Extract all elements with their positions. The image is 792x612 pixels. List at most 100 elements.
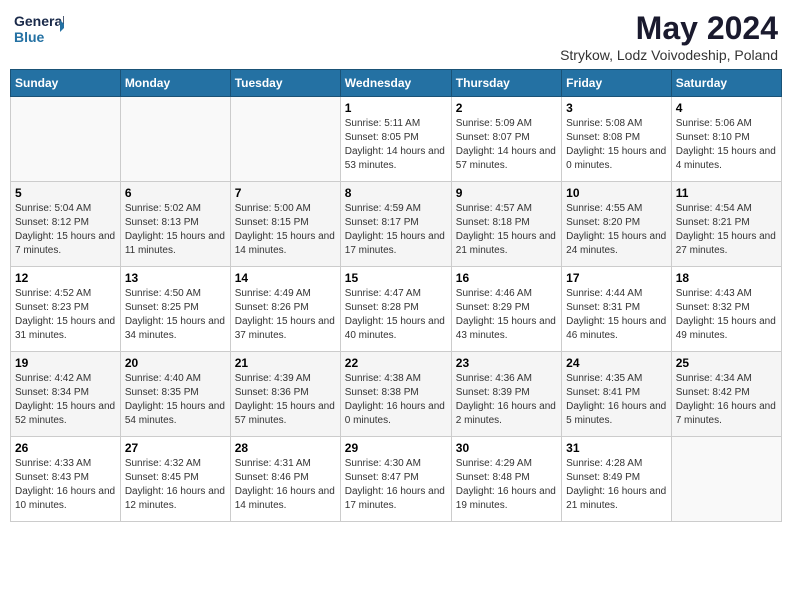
day-cell: 3 Sunrise: 5:08 AM Sunset: 8:08 PM Daylig…: [562, 97, 672, 182]
day-info: Sunrise: 5:00 AM Sunset: 8:15 PM Dayligh…: [235, 202, 336, 258]
day-info: Sunrise: 4:33 AM Sunset: 8:43 PM Dayligh…: [15, 457, 116, 513]
day-cell: 20Sunrise: 4:40 AM Sunset: 8:35 PM Dayli…: [120, 352, 230, 437]
day-number: 16: [456, 271, 557, 285]
day-cell: 5 Sunrise: 5:04 AM Sunset: 8:12 PM Daylig…: [11, 182, 121, 267]
day-info: Sunrise: 5:11 AM Sunset: 8:05 PM Dayligh…: [345, 117, 447, 173]
day-cell: 28 Sunrise: 4:31 AM Sunset: 8:46 PM Dayli…: [230, 437, 340, 522]
page-header: General Blue May 2024 Strykow, Lodz Voiv…: [10, 10, 782, 63]
day-cell: 4Sunrise: 5:06 AM Sunset: 8:10 PM Daylig…: [671, 97, 781, 182]
day-info: Sunrise: 5:02 AM Sunset: 8:13 PM Dayligh…: [125, 202, 226, 258]
day-number: 21: [235, 356, 336, 370]
day-cell: 16 Sunrise: 4:46 AM Sunset: 8:29 PM Dayli…: [451, 267, 561, 352]
day-number: 23: [456, 356, 557, 370]
day-info: Sunrise: 4:29 AM Sunset: 8:48 PM Dayligh…: [456, 457, 557, 513]
day-cell: 9Sunrise: 4:57 AM Sunset: 8:18 PM Daylig…: [451, 182, 561, 267]
day-number: 15: [345, 271, 447, 285]
day-cell: [11, 97, 121, 182]
day-number: 13: [125, 271, 226, 285]
day-info: Sunrise: 4:55 AM Sunset: 8:20 PM Dayligh…: [566, 202, 667, 258]
col-header-thursday: Thursday: [451, 70, 561, 97]
day-info: Sunrise: 4:38 AM Sunset: 8:38 PM Dayligh…: [345, 372, 447, 428]
day-cell: 13 Sunrise: 4:50 AM Sunset: 8:25 PM Dayli…: [120, 267, 230, 352]
day-number: 31: [566, 441, 667, 455]
day-number: 12: [15, 271, 116, 285]
day-info: Sunrise: 4:36 AM Sunset: 8:39 PM Dayligh…: [456, 372, 557, 428]
week-row-3: 12 Sunrise: 4:52 AM Sunset: 8:23 PM Dayli…: [11, 267, 782, 352]
day-info: Sunrise: 4:31 AM Sunset: 8:46 PM Dayligh…: [235, 457, 336, 513]
col-header-friday: Friday: [562, 70, 672, 97]
col-header-wednesday: Wednesday: [340, 70, 451, 97]
day-number: 11: [676, 186, 777, 200]
day-number: 7: [235, 186, 336, 200]
day-info: Sunrise: 4:46 AM Sunset: 8:29 PM Dayligh…: [456, 287, 557, 343]
day-info: Sunrise: 5:06 AM Sunset: 8:10 PM Dayligh…: [676, 117, 777, 173]
day-info: Sunrise: 4:30 AM Sunset: 8:47 PM Dayligh…: [345, 457, 447, 513]
day-cell: 23 Sunrise: 4:36 AM Sunset: 8:39 PM Dayli…: [451, 352, 561, 437]
day-cell: 10Sunrise: 4:55 AM Sunset: 8:20 PM Dayli…: [562, 182, 672, 267]
day-number: 27: [125, 441, 226, 455]
day-number: 14: [235, 271, 336, 285]
day-number: 5: [15, 186, 116, 200]
week-row-5: 26 Sunrise: 4:33 AM Sunset: 8:43 PM Dayli…: [11, 437, 782, 522]
day-info: Sunrise: 4:28 AM Sunset: 8:49 PM Dayligh…: [566, 457, 667, 513]
day-info: Sunrise: 4:34 AM Sunset: 8:42 PM Dayligh…: [676, 372, 777, 428]
col-header-sunday: Sunday: [11, 70, 121, 97]
day-number: 24: [566, 356, 667, 370]
day-info: Sunrise: 4:42 AM Sunset: 8:34 PM Dayligh…: [15, 372, 116, 428]
day-number: 30: [456, 441, 557, 455]
day-cell: 22 Sunrise: 4:38 AM Sunset: 8:38 PM Dayli…: [340, 352, 451, 437]
day-info: Sunrise: 4:32 AM Sunset: 8:45 PM Dayligh…: [125, 457, 226, 513]
day-info: Sunrise: 4:49 AM Sunset: 8:26 PM Dayligh…: [235, 287, 336, 343]
day-info: Sunrise: 4:57 AM Sunset: 8:18 PM Dayligh…: [456, 202, 557, 258]
day-number: 19: [15, 356, 116, 370]
day-info: Sunrise: 4:50 AM Sunset: 8:25 PM Dayligh…: [125, 287, 226, 343]
day-info: Sunrise: 4:43 AM Sunset: 8:32 PM Dayligh…: [676, 287, 777, 343]
day-info: Sunrise: 5:04 AM Sunset: 8:12 PM Dayligh…: [15, 202, 116, 258]
day-cell: 24 Sunrise: 4:35 AM Sunset: 8:41 PM Dayli…: [562, 352, 672, 437]
location-subtitle: Strykow, Lodz Voivodeship, Poland: [560, 47, 778, 63]
week-row-4: 19 Sunrise: 4:42 AM Sunset: 8:34 PM Dayli…: [11, 352, 782, 437]
day-info: Sunrise: 4:35 AM Sunset: 8:41 PM Dayligh…: [566, 372, 667, 428]
logo-svg: General Blue: [14, 10, 64, 50]
day-info: Sunrise: 4:59 AM Sunset: 8:17 PM Dayligh…: [345, 202, 447, 258]
col-header-saturday: Saturday: [671, 70, 781, 97]
day-cell: 12 Sunrise: 4:52 AM Sunset: 8:23 PM Dayli…: [11, 267, 121, 352]
day-cell: [120, 97, 230, 182]
day-number: 1: [345, 101, 447, 115]
day-cell: 7 Sunrise: 5:00 AM Sunset: 8:15 PM Daylig…: [230, 182, 340, 267]
day-number: 18: [676, 271, 777, 285]
day-number: 22: [345, 356, 447, 370]
day-cell: 30 Sunrise: 4:29 AM Sunset: 8:48 PM Dayli…: [451, 437, 561, 522]
day-number: 28: [235, 441, 336, 455]
day-info: Sunrise: 4:39 AM Sunset: 8:36 PM Dayligh…: [235, 372, 336, 428]
day-cell: 8Sunrise: 4:59 AM Sunset: 8:17 PM Daylig…: [340, 182, 451, 267]
day-cell: [671, 437, 781, 522]
day-info: Sunrise: 5:08 AM Sunset: 8:08 PM Dayligh…: [566, 117, 667, 173]
header-row: SundayMondayTuesdayWednesdayThursdayFrid…: [11, 70, 782, 97]
day-cell: 18 Sunrise: 4:43 AM Sunset: 8:32 PM Dayli…: [671, 267, 781, 352]
col-header-tuesday: Tuesday: [230, 70, 340, 97]
day-cell: 2Sunrise: 5:09 AM Sunset: 8:07 PM Daylig…: [451, 97, 561, 182]
day-cell: 21 Sunrise: 4:39 AM Sunset: 8:36 PM Dayli…: [230, 352, 340, 437]
day-info: Sunrise: 4:44 AM Sunset: 8:31 PM Dayligh…: [566, 287, 667, 343]
day-cell: 11 Sunrise: 4:54 AM Sunset: 8:21 PM Dayli…: [671, 182, 781, 267]
day-cell: 26 Sunrise: 4:33 AM Sunset: 8:43 PM Dayli…: [11, 437, 121, 522]
day-info: Sunrise: 4:40 AM Sunset: 8:35 PM Dayligh…: [125, 372, 226, 428]
day-cell: 15Sunrise: 4:47 AM Sunset: 8:28 PM Dayli…: [340, 267, 451, 352]
svg-text:Blue: Blue: [14, 29, 45, 45]
day-number: 26: [15, 441, 116, 455]
day-number: 3: [566, 101, 667, 115]
calendar-table: SundayMondayTuesdayWednesdayThursdayFrid…: [10, 69, 782, 522]
day-cell: 31 Sunrise: 4:28 AM Sunset: 8:49 PM Dayli…: [562, 437, 672, 522]
day-cell: 14 Sunrise: 4:49 AM Sunset: 8:26 PM Dayli…: [230, 267, 340, 352]
week-row-2: 5 Sunrise: 5:04 AM Sunset: 8:12 PM Daylig…: [11, 182, 782, 267]
day-cell: 1 Sunrise: 5:11 AM Sunset: 8:05 PM Daylig…: [340, 97, 451, 182]
day-cell: 19 Sunrise: 4:42 AM Sunset: 8:34 PM Dayli…: [11, 352, 121, 437]
month-title: May 2024: [560, 10, 778, 47]
day-info: Sunrise: 4:52 AM Sunset: 8:23 PM Dayligh…: [15, 287, 116, 343]
day-number: 25: [676, 356, 777, 370]
week-row-1: 1 Sunrise: 5:11 AM Sunset: 8:05 PM Daylig…: [11, 97, 782, 182]
day-cell: 25 Sunrise: 4:34 AM Sunset: 8:42 PM Dayli…: [671, 352, 781, 437]
day-number: 29: [345, 441, 447, 455]
day-info: Sunrise: 4:54 AM Sunset: 8:21 PM Dayligh…: [676, 202, 777, 258]
